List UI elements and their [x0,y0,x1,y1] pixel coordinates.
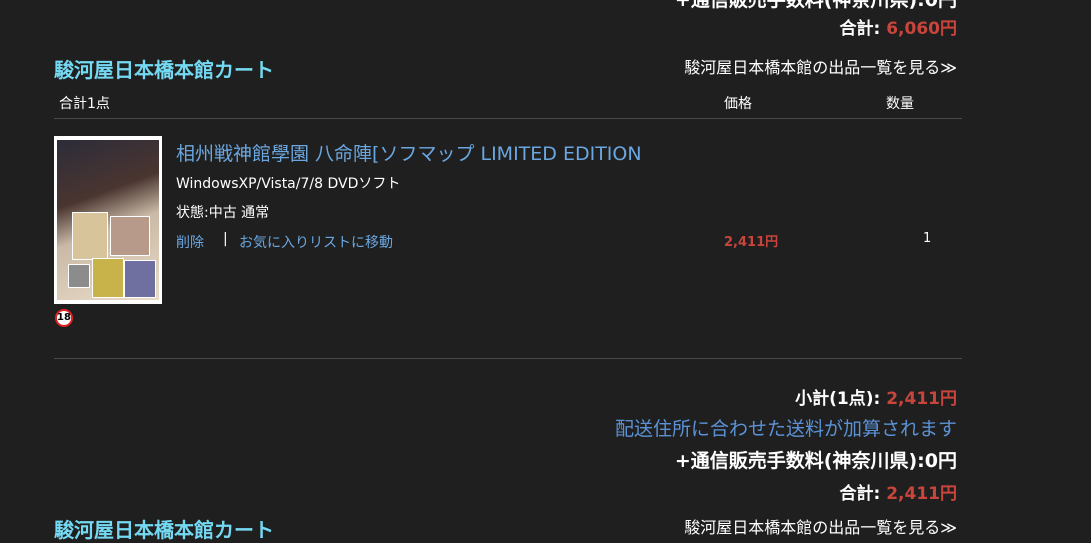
cart-item-count: 合計1点 [59,96,110,112]
shipping-note: 配送住所に合わせた送料が加算されます [614,418,957,440]
subtotal-value: 2,411円 [886,389,957,409]
shop-listing-link[interactable]: 駿河屋日本橋本館の出品一覧を見る≫ [684,54,957,78]
quantity-column-header: 数量 [886,96,914,112]
move-to-favorites-button[interactable]: お気に入りリストに移動 [239,232,393,252]
delete-button[interactable]: 削除 [176,232,204,252]
next-shop-cart-title: 駿河屋日本橋本館カート [54,518,274,542]
product-thumbnail[interactable] [54,136,162,304]
item-divider [54,358,962,359]
header-divider [54,118,962,119]
action-separator: | [223,231,228,247]
previous-total: 合計: 6,060円 [0,14,957,39]
previous-total-label: 合計: [839,19,881,39]
item-quantity: 1 [923,231,932,246]
previous-total-value: 6,060円 [886,19,957,39]
product-platform: WindowsXP/Vista/7/8 DVDソフト [176,176,401,192]
subtotal-label: 小計(1点): [795,389,881,409]
handling-fee-text: +通信販売手数料(神奈川県):0円 [674,450,957,472]
product-condition: 状態:中古 通常 [176,205,270,221]
total-label: 合計: [839,484,881,504]
cart-total: 合計: 2,411円 [0,479,957,504]
age-rating-18-icon: 18 [55,309,73,327]
next-shop-listing-link[interactable]: 駿河屋日本橋本館の出品一覧を見る≫ [684,514,957,538]
product-title-link[interactable]: 相州戦神館學園 八命陣[ソフマップ LIMITED EDITION [176,139,642,166]
total-value: 2,411円 [886,484,957,504]
subtotal: 小計(1点): 2,411円 [0,384,957,409]
price-column-header: 価格 [724,96,752,112]
shop-cart-title: 駿河屋日本橋本館カート [54,58,274,82]
item-price: 2,411円 [724,235,779,250]
previous-fee-text: +通信販売手数料(神奈川県):0円 [674,0,957,11]
